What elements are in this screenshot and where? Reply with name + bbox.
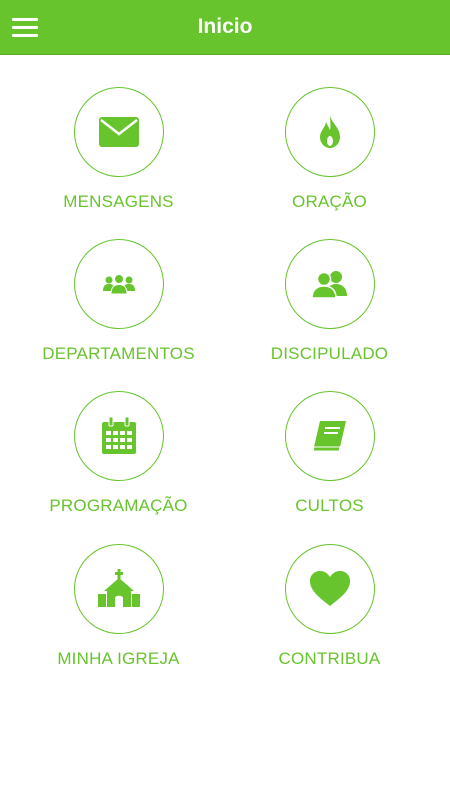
menu-tile-oracao[interactable]: ORAÇÃO bbox=[217, 87, 442, 237]
menu-tile-mensagens[interactable]: MENSAGENS bbox=[6, 87, 231, 237]
group-icon bbox=[74, 239, 164, 329]
page-title: Inicio bbox=[197, 15, 253, 38]
menu-label: PROGRAMAÇÃO bbox=[49, 496, 188, 515]
menu-label: DEPARTAMENTOS bbox=[42, 344, 195, 363]
menu-label: ORAÇÃO bbox=[292, 192, 367, 211]
menu-tile-minha-igreja[interactable]: MINHA IGREJA bbox=[6, 544, 231, 694]
menu-tile-departamentos[interactable]: DEPARTAMENTOS bbox=[6, 239, 231, 389]
users-icon bbox=[285, 239, 375, 329]
menu-label: DISCIPULADO bbox=[270, 344, 389, 363]
menu-tile-contribua[interactable]: CONTRIBUA bbox=[217, 544, 442, 694]
book-icon bbox=[285, 391, 375, 481]
flame-icon bbox=[285, 87, 375, 177]
menu-label: CULTOS bbox=[295, 496, 364, 515]
calendar-icon bbox=[74, 391, 164, 481]
app-bar: Inicio bbox=[0, 0, 450, 55]
menu-label: MENSAGENS bbox=[63, 192, 174, 211]
envelope-icon bbox=[74, 87, 164, 177]
heart-icon bbox=[285, 544, 375, 634]
menu-label: MINHA IGREJA bbox=[57, 649, 180, 668]
menu-tile-discipulado[interactable]: DISCIPULADO bbox=[217, 239, 442, 389]
menu-tile-programacao[interactable]: PROGRAMAÇÃO bbox=[6, 391, 231, 541]
church-icon bbox=[74, 544, 164, 634]
menu-tile-cultos[interactable]: CULTOS bbox=[217, 391, 442, 541]
menu-label: CONTRIBUA bbox=[278, 649, 381, 668]
